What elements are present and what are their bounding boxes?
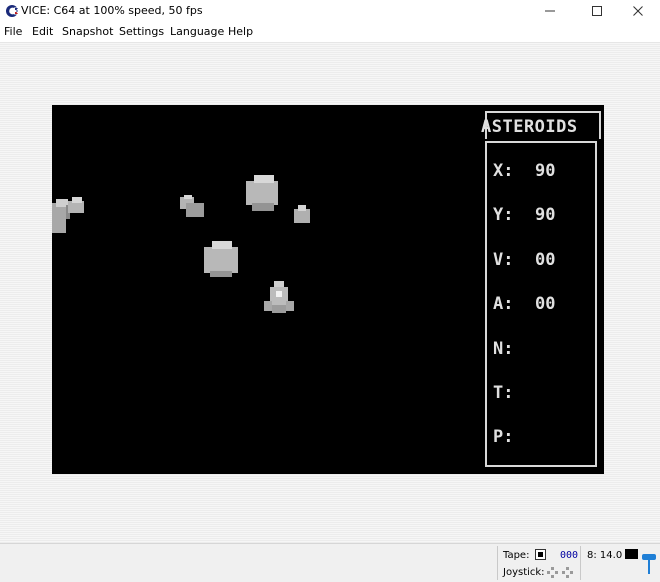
close-icon <box>633 6 643 16</box>
drive-led-icon <box>625 549 638 559</box>
tape-label: Tape: <box>503 550 530 561</box>
asteroid-sprite <box>204 241 238 277</box>
playfield <box>52 175 310 313</box>
tape-counter: 000 <box>560 550 579 561</box>
tape-stop-icon[interactable] <box>535 549 546 560</box>
joystick-icon[interactable] <box>546 566 576 580</box>
joystick-label: Joystick: <box>503 567 545 578</box>
minimize-icon <box>545 10 555 12</box>
window-title: VICE: C64 at 100% speed, 50 fps <box>21 4 203 17</box>
status-bar: Tape: 000 8: 14.0 Joystick: <box>0 543 660 582</box>
stat-y-label: Y: <box>493 205 514 225</box>
asteroid-sprite <box>52 199 70 233</box>
menu-file[interactable]: File <box>4 25 22 38</box>
maximize-icon <box>592 6 602 16</box>
drive-status: 8: 14.0 <box>587 550 623 561</box>
status-separator <box>580 546 581 580</box>
stat-v-label: V: <box>493 250 514 270</box>
title-bar: VICE: C64 at 100% speed, 50 fps <box>0 0 660 22</box>
stat-a-value: 00 <box>535 294 556 314</box>
menu-language[interactable]: Language <box>170 25 224 38</box>
minimize-button[interactable] <box>528 0 572 22</box>
stat-v-value: 00 <box>535 250 556 270</box>
commodore-logo-icon[interactable] <box>5 4 19 18</box>
stat-p-label: P: <box>493 427 514 447</box>
menu-settings[interactable]: Settings <box>119 25 164 38</box>
asteroid-sprite <box>246 175 278 211</box>
maximize-button[interactable] <box>575 0 619 22</box>
volume-slider-icon[interactable] <box>642 552 656 576</box>
stat-x-value: 90 <box>535 161 556 181</box>
asteroid-sprite <box>294 205 310 223</box>
close-button[interactable] <box>616 0 660 22</box>
c64-screen[interactable]: ASTEROIDS X: 90 Y: 90 V: 00 A: 00 N: T: … <box>52 105 604 474</box>
stat-x-label: X: <box>493 161 514 181</box>
status-separator <box>497 546 498 580</box>
player-ship-sprite <box>264 281 294 313</box>
stat-a-label: A: <box>493 294 514 314</box>
menu-help[interactable]: Help <box>228 25 253 38</box>
panel-title: ASTEROIDS <box>481 117 578 137</box>
stat-y-value: 90 <box>535 205 556 225</box>
asteroid-sprite <box>68 197 84 213</box>
stat-t-label: T: <box>493 383 514 403</box>
menu-snapshot[interactable]: Snapshot <box>62 25 113 38</box>
menu-bar: File Edit Snapshot Settings Language Hel… <box>0 22 660 43</box>
asteroid-sprite <box>180 195 204 217</box>
menu-edit[interactable]: Edit <box>32 25 53 38</box>
stat-n-label: N: <box>493 339 514 359</box>
